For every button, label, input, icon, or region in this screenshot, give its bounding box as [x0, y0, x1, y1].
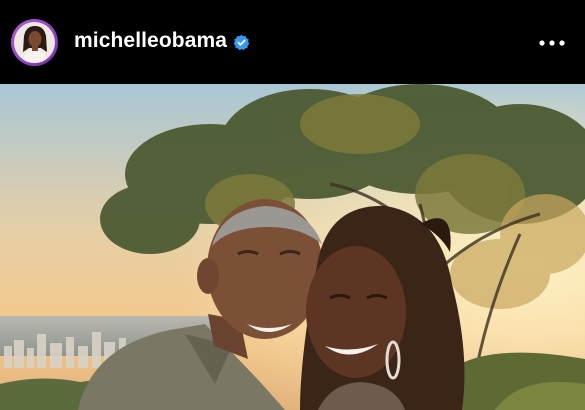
- instagram-post: michelleobama: [0, 0, 585, 410]
- post-header: michelleobama: [0, 0, 585, 84]
- profile-avatar-icon[interactable]: [11, 19, 58, 66]
- more-options-icon: [539, 40, 565, 46]
- verified-badge-icon: [233, 34, 250, 51]
- more-options-button[interactable]: [532, 28, 572, 58]
- avatar-image: [14, 22, 55, 63]
- photo-illustration: [0, 84, 585, 410]
- post-photo[interactable]: [0, 84, 585, 410]
- username-link[interactable]: michelleobama: [74, 29, 227, 53]
